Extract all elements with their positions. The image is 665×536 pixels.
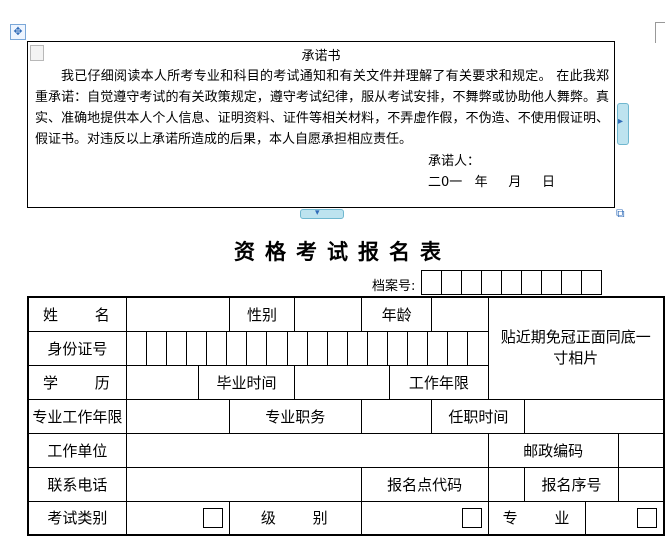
archive-number-box[interactable]: [422, 271, 442, 294]
level-checkbox[interactable]: [461, 507, 482, 528]
id-number-box[interactable]: [448, 331, 469, 365]
archive-number-box[interactable]: [582, 271, 602, 294]
id-number-box[interactable]: [308, 331, 328, 365]
photo-placeholder: 贴近期免冠正面同底一寸相片: [487, 296, 665, 400]
major-checkbox[interactable]: [637, 507, 657, 528]
archive-number-box[interactable]: [442, 271, 462, 294]
appointment-time-field[interactable]: [524, 398, 665, 434]
education-field[interactable]: [125, 364, 199, 400]
graduation-time-label: 毕业时间: [197, 364, 296, 400]
archive-number-boxes[interactable]: [421, 270, 602, 295]
table-move-handle-icon[interactable]: ✥: [10, 24, 26, 40]
level-label: 级 别: [228, 500, 362, 536]
postal-code-field[interactable]: [617, 432, 665, 468]
archive-number-box[interactable]: [522, 271, 542, 294]
textbox-bottom-resize-handle[interactable]: [300, 209, 344, 219]
name-field[interactable]: [125, 296, 230, 332]
id-number-box[interactable]: [288, 331, 308, 365]
work-unit-label: 工作单位: [27, 432, 127, 468]
major-field[interactable]: [585, 500, 665, 536]
id-number-box[interactable]: [207, 331, 228, 365]
pledge-body: 我已仔细阅读本人所考专业和科目的考试通知和有关文件并理解了有关要求和规定。 在此…: [35, 69, 609, 147]
exam-site-code-label: 报名点代码: [360, 466, 489, 502]
id-number-box[interactable]: [408, 331, 429, 365]
age-field[interactable]: [431, 296, 489, 332]
id-number-box[interactable]: [428, 331, 449, 365]
page-corner-mark: [655, 22, 665, 43]
archive-number-box[interactable]: [462, 271, 482, 294]
pledge-textbox[interactable]: 承诺书 我已仔细阅读本人所考专业和科目的考试通知和有关文件并理解了有关要求和规定…: [27, 41, 615, 208]
id-number-box[interactable]: [388, 331, 409, 365]
pledge-title: 承诺书: [301, 49, 341, 64]
postal-code-label: 邮政编码: [487, 432, 619, 468]
archive-number-box[interactable]: [502, 271, 522, 294]
professional-years-label: 专业工作年限: [27, 398, 127, 434]
graduation-time-field[interactable]: [294, 364, 391, 400]
phone-field[interactable]: [125, 466, 362, 502]
id-number-boxes[interactable]: [127, 331, 488, 365]
registration-number-field[interactable]: [617, 466, 665, 502]
major-label: 专 业: [487, 500, 587, 536]
id-number-box[interactable]: [167, 331, 188, 365]
registration-number-label: 报名序号: [524, 466, 619, 502]
gender-field[interactable]: [294, 296, 362, 332]
exam-site-code-field[interactable]: [487, 466, 526, 502]
id-number-box[interactable]: [328, 331, 348, 365]
form-title: 资格考试报名表: [234, 240, 451, 264]
registration-form-table: 姓 名 性别 年龄 贴近期免冠正面同底一寸相片 身份证号 学 历 毕业时间 工作…: [27, 296, 665, 536]
expand-right-icon[interactable]: ▸: [618, 116, 623, 127]
gender-label: 性别: [228, 296, 296, 332]
education-label: 学 历: [27, 364, 127, 400]
id-number-box[interactable]: [468, 332, 487, 365]
id-number-field[interactable]: [125, 330, 489, 366]
id-number-box[interactable]: [247, 331, 268, 365]
id-number-box[interactable]: [348, 331, 368, 365]
work-years-label: 工作年限: [389, 364, 489, 400]
id-number-box[interactable]: [147, 331, 167, 365]
pledge-signer-label: 承诺人：: [428, 154, 481, 169]
exam-category-label: 考试类别: [27, 500, 127, 536]
archive-number-box[interactable]: [542, 271, 562, 294]
id-number-box[interactable]: [368, 331, 388, 365]
id-number-box[interactable]: [127, 331, 147, 365]
id-number-box[interactable]: [187, 331, 208, 365]
professional-years-field[interactable]: [125, 398, 230, 434]
archive-number-box[interactable]: [482, 271, 502, 294]
appointment-time-label: 任职时间: [431, 398, 526, 434]
work-unit-field[interactable]: [125, 432, 489, 468]
level-field[interactable]: [360, 500, 489, 536]
archive-number-label: 档案号:: [372, 279, 416, 294]
exam-category-checkbox[interactable]: [202, 507, 223, 528]
professional-title-field[interactable]: [360, 398, 433, 434]
id-number-box[interactable]: [227, 331, 248, 365]
age-label: 年龄: [360, 296, 433, 332]
resize-corner-icon[interactable]: ⧉: [616, 206, 630, 220]
id-number-label: 身份证号: [27, 330, 127, 366]
id-number-box[interactable]: [267, 331, 288, 365]
exam-category-field[interactable]: [125, 500, 230, 536]
phone-label: 联系电话: [27, 466, 127, 502]
professional-title-label: 专业职务: [228, 398, 362, 434]
expand-down-icon[interactable]: ▾: [315, 208, 320, 218]
pledge-date-label: 二0一 年 月 日: [428, 175, 555, 190]
archive-number-box[interactable]: [562, 271, 582, 294]
name-label: 姓 名: [27, 296, 127, 332]
